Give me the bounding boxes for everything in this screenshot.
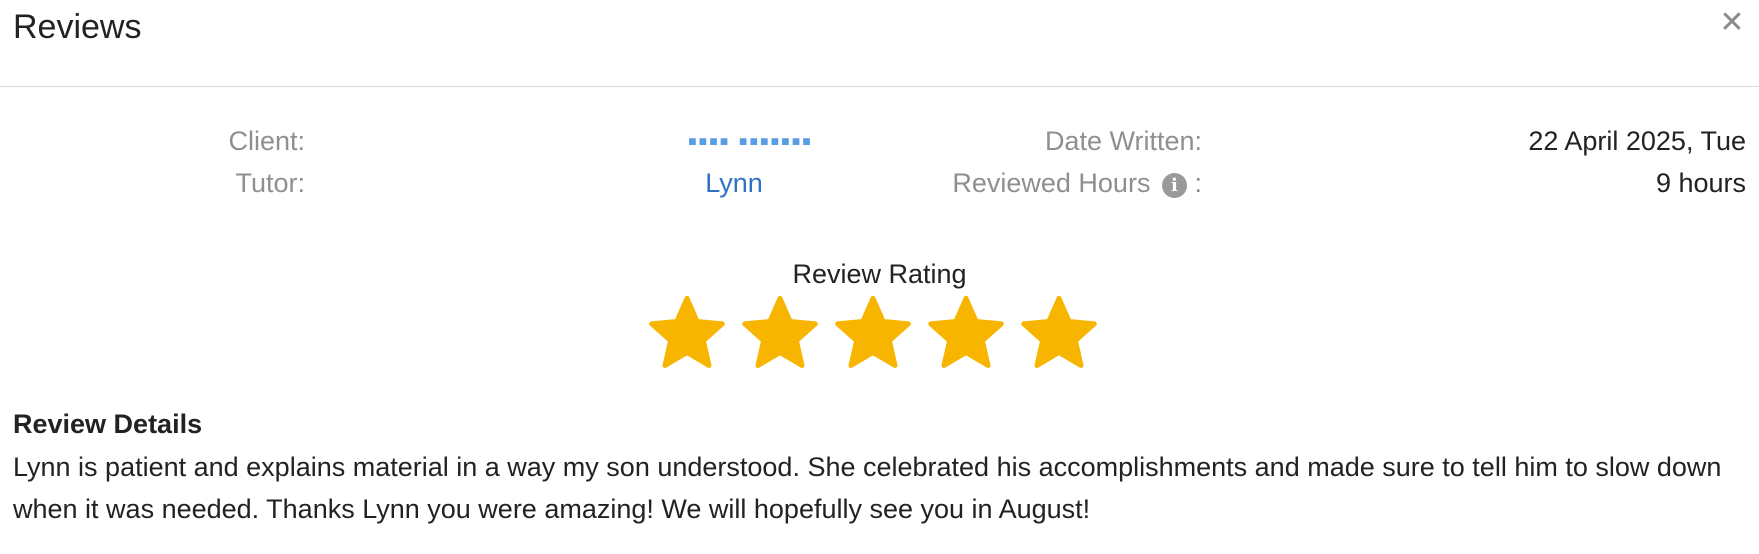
reviewed-hours-label-suffix: : [1194, 168, 1202, 198]
review-rating-title: Review Rating [792, 259, 967, 289]
tutor-link[interactable]: Lynn [584, 167, 884, 199]
date-written-label: Date Written: [1044, 126, 1202, 156]
reviews-dialog: Reviews ✕ Client: ▪▪▪▪ ▪▪▪▪▪▪▪ Tutor: Ly… [0, 0, 1759, 554]
dialog-header: Reviews ✕ [0, 0, 1759, 87]
info-icon[interactable]: i [1161, 173, 1187, 198]
reviewed-hours-label-text: Reviewed Hours [952, 168, 1151, 198]
client-link[interactable]: ▪▪▪▪ ▪▪▪▪▪▪▪ [600, 125, 900, 157]
star-rating [645, 292, 1105, 376]
dialog-title: Reviews [13, 8, 142, 46]
reviewed-hours-value: 9 hours [1655, 168, 1746, 198]
star-icon [742, 295, 818, 368]
star-icon [649, 295, 725, 368]
review-details-heading: Review Details [13, 409, 203, 439]
star-icon [835, 295, 911, 368]
close-icon[interactable]: ✕ [1717, 8, 1747, 38]
star-icon [1021, 295, 1097, 368]
date-written-value: 22 April 2025, Tue [1528, 126, 1746, 156]
review-details-text: Lynn is patient and explains material in… [13, 452, 1722, 524]
client-label: Client: [228, 126, 305, 156]
tutor-label: Tutor: [235, 168, 305, 198]
star-icon [928, 295, 1004, 368]
reviewed-hours-label: Reviewed Hours i : [952, 167, 1202, 199]
